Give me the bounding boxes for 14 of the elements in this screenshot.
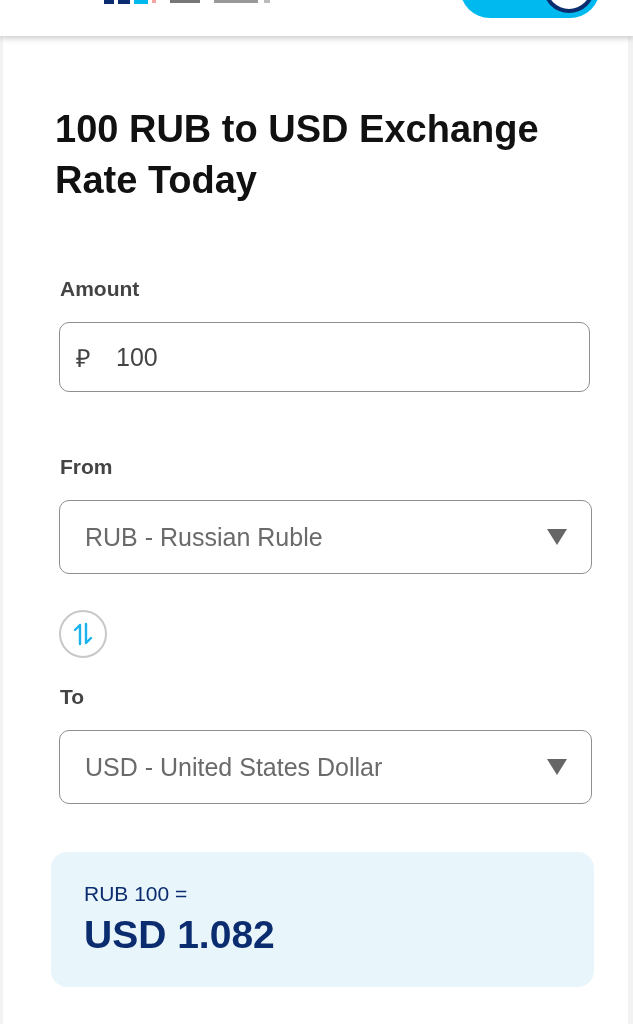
amount-label: Amount: [60, 276, 140, 302]
page-title: 100 RUB to USD Exchange Rate Today: [55, 107, 540, 203]
to-currency-select[interactable]: USD - United States Dollar: [59, 730, 592, 804]
swap-arrows-icon: [73, 622, 93, 646]
converted-amount: USD 1.082: [84, 912, 276, 958]
to-label: To: [60, 684, 85, 710]
from-currency-select[interactable]: RUB - Russian Ruble: [59, 500, 592, 574]
from-label: From: [60, 454, 113, 480]
caret-icon: [547, 759, 567, 775]
caret-icon: [547, 529, 567, 545]
amount-value: 100: [116, 342, 158, 372]
base-amount: RUB 100 =: [84, 882, 189, 906]
currency-symbol: ₽: [76, 343, 92, 374]
amount-field[interactable]: ₽ 100: [59, 322, 590, 392]
